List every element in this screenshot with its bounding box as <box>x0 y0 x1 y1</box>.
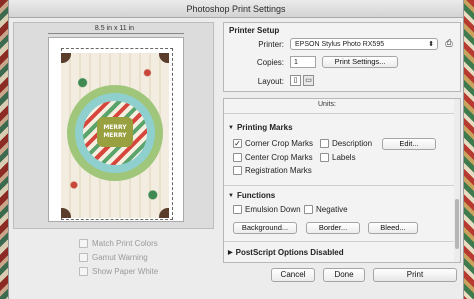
print-button[interactable]: Print <box>373 268 457 282</box>
registration-marks-checkbox[interactable] <box>233 166 242 175</box>
match-print-colors-checkbox[interactable] <box>79 238 88 248</box>
gamut-warning-option[interactable]: Gamut Warning <box>79 250 158 264</box>
crop-corner-bottom-left <box>61 208 71 218</box>
description-label: Description <box>332 139 373 148</box>
layout-portrait-icon[interactable]: ▯ <box>290 75 301 86</box>
printer-select[interactable]: EPSON Stylus Photo RX595 ⬍ <box>290 38 438 50</box>
printer-setup-title: Printer Setup <box>229 26 280 35</box>
description-option[interactable]: Description <box>320 139 372 148</box>
print-settings-button[interactable]: Print Settings... <box>322 56 398 68</box>
disclosure-triangle-right-icon: ▶ <box>228 250 233 256</box>
done-button[interactable]: Done <box>323 268 365 282</box>
match-print-colors-option[interactable]: Match Print Colors <box>79 236 158 250</box>
gamut-warning-checkbox[interactable] <box>79 252 88 262</box>
check-mark-icon[interactable]: ✓ <box>233 139 242 148</box>
print-options-panel: Units: ▼ Printing Marks ✓ Corner Crop Ma… <box>223 98 461 263</box>
layout-label: Layout: <box>257 77 284 86</box>
negative-checkbox[interactable] <box>304 205 313 214</box>
match-print-colors-label: Match Print Colors <box>92 238 158 248</box>
scrollbar-thumb[interactable] <box>455 199 459 249</box>
window-title: Photoshop Print Settings <box>9 0 463 18</box>
crop-corner-top-right <box>159 53 169 63</box>
disclosure-triangle-down-icon: ▼ <box>228 124 234 131</box>
preview-artwork[interactable]: MERRY MERRY <box>61 53 169 218</box>
functions-header[interactable]: ▼ Functions <box>228 191 275 200</box>
artwork-badge-text: MERRY MERRY <box>97 117 133 147</box>
show-paper-white-checkbox[interactable] <box>79 266 88 276</box>
corner-crop-marks-label: Corner Crop Marks <box>245 139 314 148</box>
select-arrows-icon: ⬍ <box>428 41 434 48</box>
emulsion-down-label: Emulsion Down <box>245 205 301 214</box>
divider <box>224 113 456 114</box>
labels-checkbox[interactable] <box>320 153 329 162</box>
disclosure-triangle-down-icon: ▼ <box>228 192 234 199</box>
print-settings-dialog: Photoshop Print Settings 8.5 in x 11 in … <box>8 0 464 299</box>
edit-button[interactable]: Edit... <box>382 138 436 150</box>
preview-options: Match Print Colors Gamut Warning Show Pa… <box>79 236 158 278</box>
registration-marks-option[interactable]: Registration Marks <box>233 166 312 175</box>
registration-marks-label: Registration Marks <box>245 166 312 175</box>
copies-label: Copies: <box>256 58 284 67</box>
layout-landscape-icon[interactable]: ▭ <box>303 75 314 86</box>
cancel-button[interactable]: Cancel <box>271 268 315 282</box>
printer-select-value: EPSON Stylus Photo RX595 <box>295 41 385 48</box>
center-crop-marks-checkbox[interactable] <box>233 153 242 162</box>
emulsion-down-checkbox[interactable] <box>233 205 242 214</box>
corner-crop-marks-option[interactable]: ✓ Corner Crop Marks <box>233 139 313 148</box>
settings-scrollbar[interactable] <box>454 99 460 262</box>
print-preview: 8.5 in x 11 in MERRY MERRY <box>13 22 214 229</box>
printer-label: Printer: <box>258 40 284 49</box>
gamut-warning-label: Gamut Warning <box>92 252 148 262</box>
printer-setup-panel: Printer Setup Printer: EPSON Stylus Phot… <box>223 22 461 92</box>
units-label: Units: <box>318 101 336 108</box>
emulsion-down-option[interactable]: Emulsion Down <box>233 205 301 214</box>
printing-marks-title: Printing Marks <box>236 123 293 132</box>
postscript-options-title: PostScript Options Disabled <box>235 248 344 257</box>
labels-label: Labels <box>332 153 356 162</box>
paper-size-label: 8.5 in x 11 in <box>94 25 135 32</box>
center-crop-marks-label: Center Crop Marks <box>245 153 313 162</box>
copies-input[interactable]: 1 <box>290 56 316 68</box>
show-paper-white-label: Show Paper White <box>92 266 159 276</box>
background-button[interactable]: Background... <box>233 222 297 234</box>
printing-marks-header[interactable]: ▼ Printing Marks <box>228 123 293 132</box>
bleed-button[interactable]: Bleed... <box>368 222 418 234</box>
labels-option[interactable]: Labels <box>320 153 356 162</box>
postscript-options-header[interactable]: ▶ PostScript Options Disabled <box>228 248 344 257</box>
crop-corner-top-left <box>61 53 71 63</box>
center-crop-marks-option[interactable]: Center Crop Marks <box>233 153 313 162</box>
description-checkbox[interactable] <box>320 139 329 148</box>
crop-corner-bottom-right <box>159 208 169 218</box>
negative-option[interactable]: Negative <box>304 205 348 214</box>
border-button[interactable]: Border... <box>306 222 360 234</box>
show-paper-white-option[interactable]: Show Paper White <box>79 264 158 278</box>
divider <box>224 185 456 186</box>
divider <box>224 241 456 242</box>
functions-title: Functions <box>236 191 276 200</box>
printer-icon[interactable]: ⎙ <box>443 38 455 49</box>
negative-label: Negative <box>316 205 348 214</box>
